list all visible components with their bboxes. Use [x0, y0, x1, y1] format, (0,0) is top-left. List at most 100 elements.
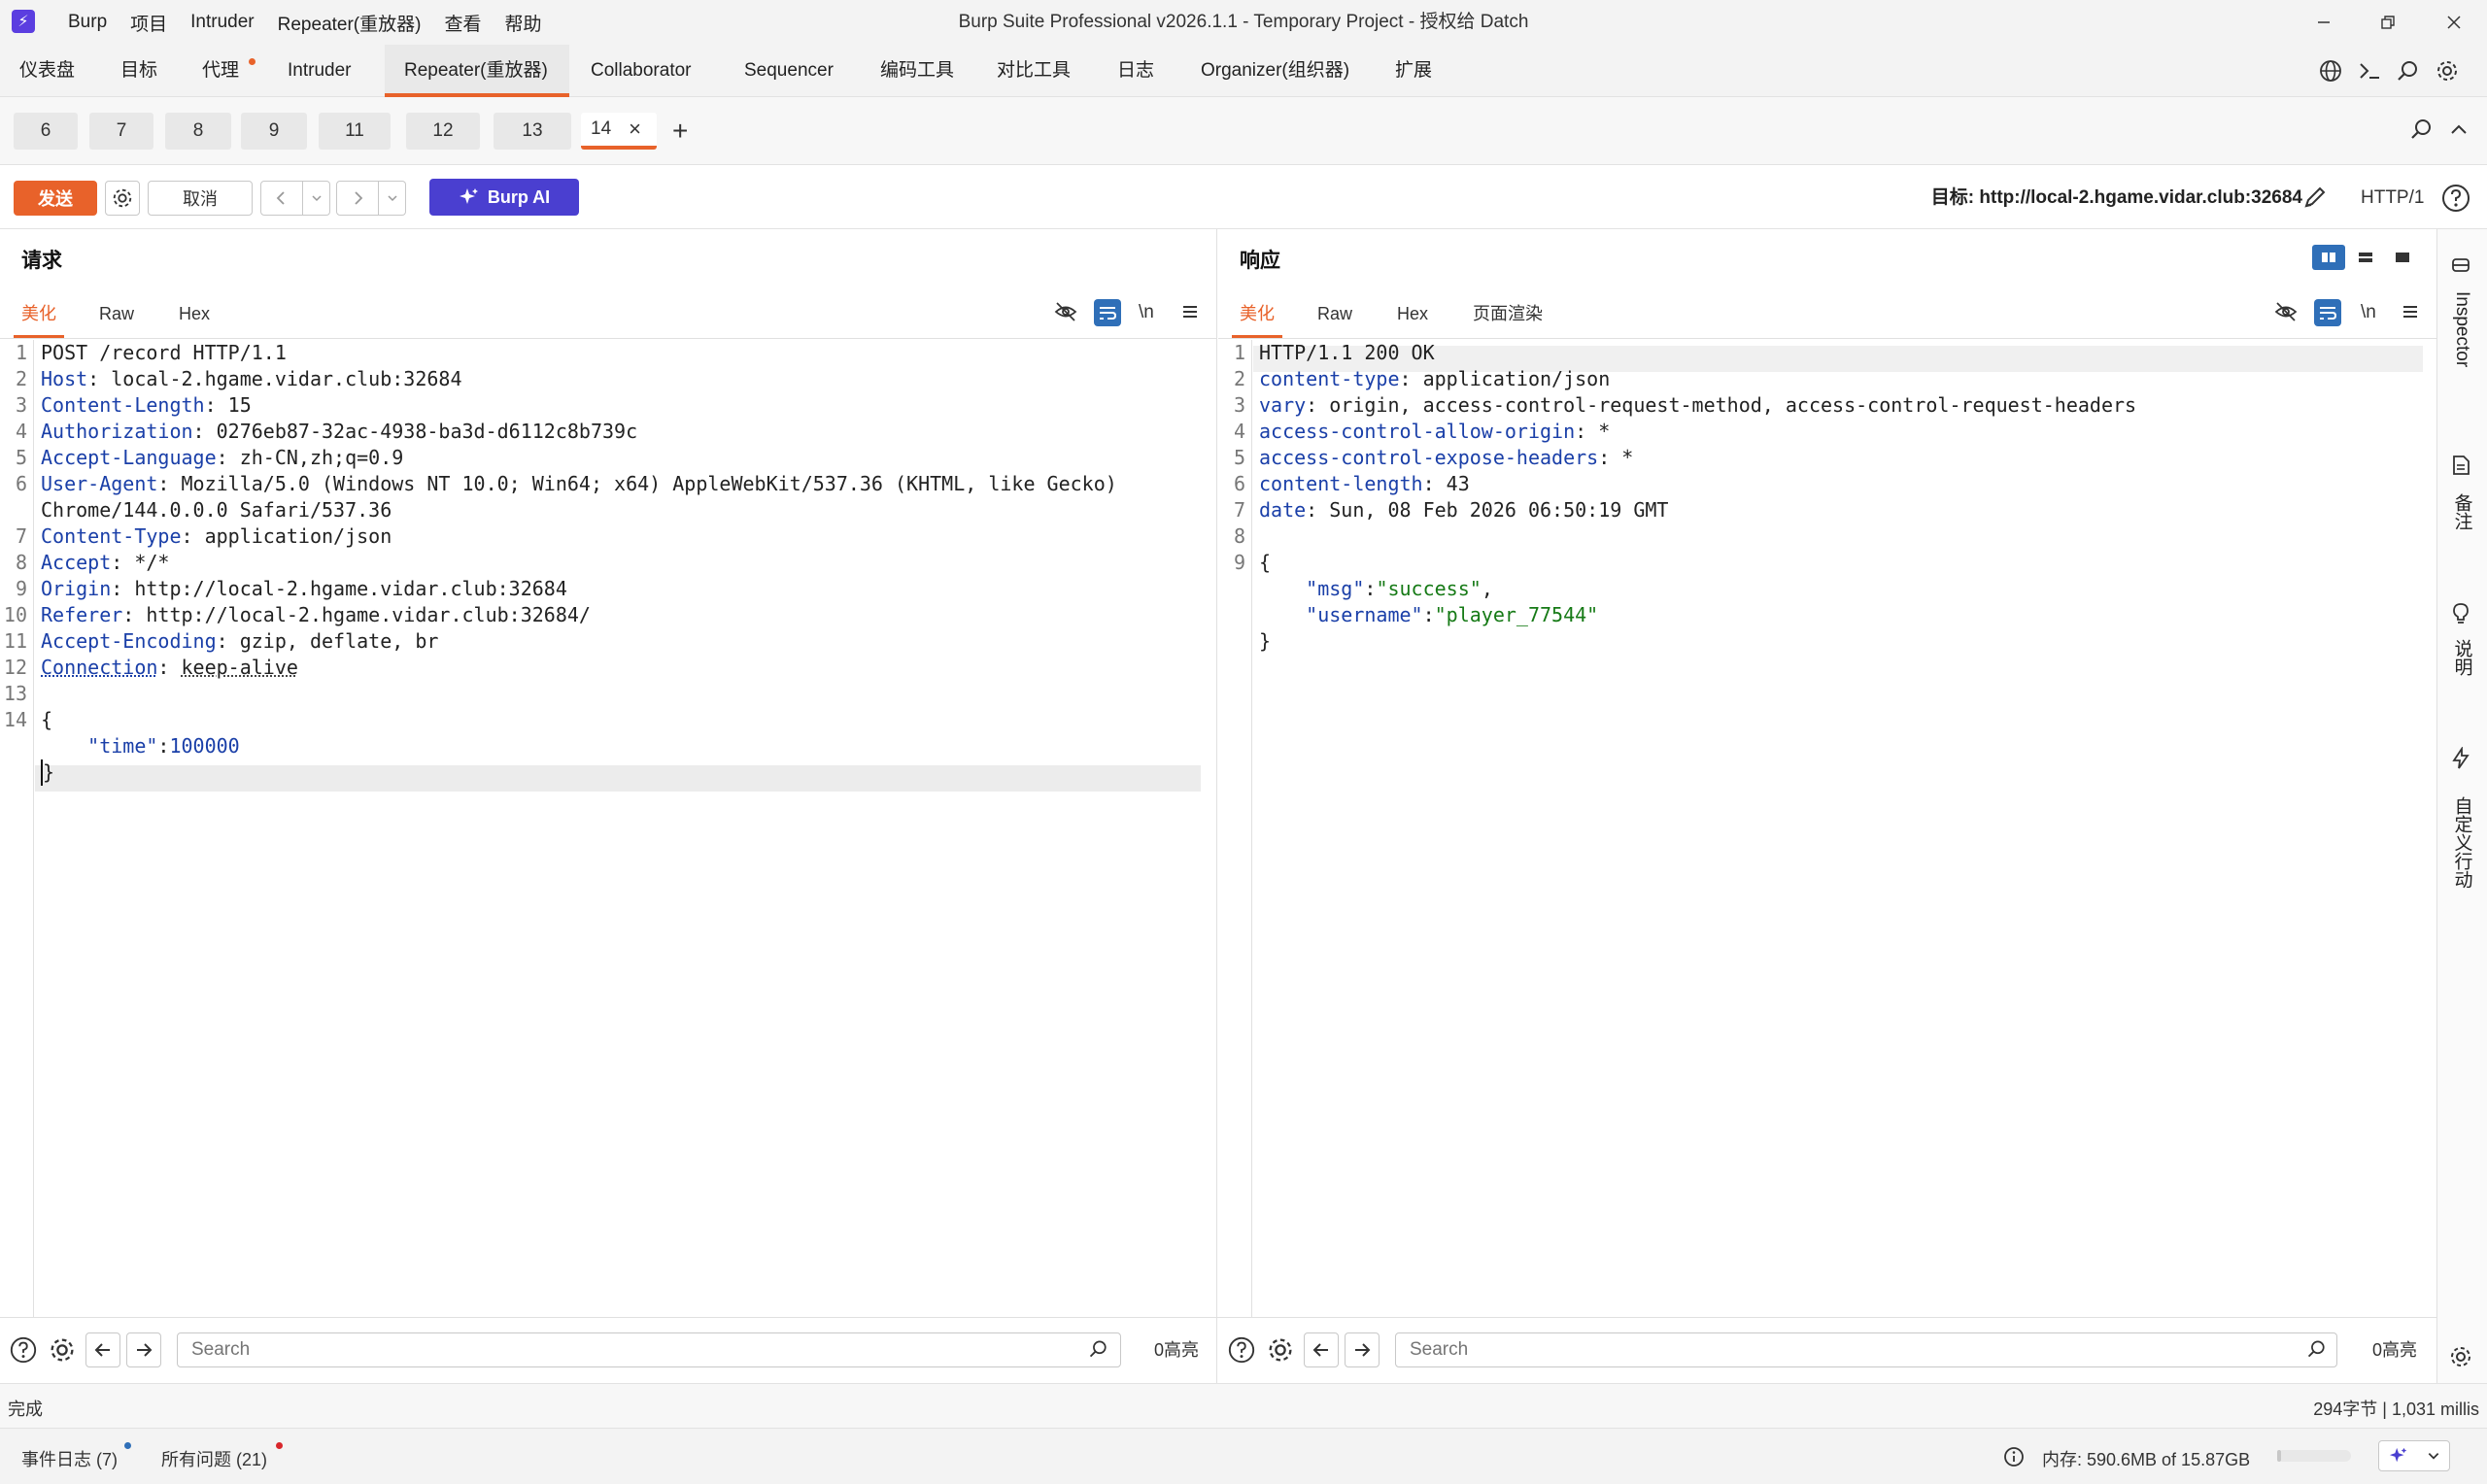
tab-intruder[interactable]: Intruder: [288, 45, 351, 97]
layout-tabs-icon[interactable]: [2386, 245, 2419, 270]
gear-icon[interactable]: [2433, 56, 2462, 85]
repeater-tab-active[interactable]: 14 ×: [581, 113, 657, 150]
response-search-settings-icon[interactable]: [1263, 1332, 1298, 1367]
wrap-lines-toggle[interactable]: [1094, 299, 1121, 326]
request-line-number: [0, 733, 27, 759]
hamburger-menu-icon[interactable]: [2398, 299, 2425, 326]
tab-decoder[interactable]: 编码工具: [880, 45, 954, 97]
repeater-tab[interactable]: 12: [406, 113, 480, 150]
repeater-tab[interactable]: 7: [89, 113, 153, 150]
tab-search-icon[interactable]: [2409, 117, 2438, 146]
response-search-input[interactable]: [1410, 1339, 2244, 1361]
hide-non-printable-icon[interactable]: [2273, 299, 2300, 326]
history-back-dropdown[interactable]: [303, 181, 330, 216]
globe-icon[interactable]: [2316, 56, 2345, 85]
request-help-icon[interactable]: [6, 1332, 41, 1367]
sidebar-item-inspector[interactable]: Inspector: [2440, 291, 2483, 367]
memory-bar: [2277, 1450, 2351, 1462]
json-trailing-comma: ,: [1481, 577, 1493, 600]
show-newlines-toggle[interactable]: \n: [2361, 299, 2376, 326]
event-log-button[interactable]: 事件日志 (7): [21, 1446, 118, 1471]
lightbulb-icon[interactable]: [2446, 598, 2475, 627]
request-tab-pretty[interactable]: 美化: [14, 293, 64, 338]
response-search-prev-button[interactable]: [1304, 1332, 1339, 1367]
request-settings-button[interactable]: [105, 181, 140, 216]
sidebar-item-custom-actions[interactable]: 自定义行动: [2440, 796, 2483, 889]
menu-project[interactable]: 项目: [119, 0, 179, 45]
layout-side-by-side-icon[interactable]: [2312, 245, 2345, 270]
close-tab-icon[interactable]: ×: [629, 117, 641, 142]
header-name: vary: [1259, 393, 1307, 417]
history-forward-dropdown[interactable]: [379, 181, 406, 216]
repeater-tab[interactable]: 9: [241, 113, 307, 150]
burp-ai-button[interactable]: Burp AI: [429, 179, 579, 216]
add-tab-button[interactable]: +: [672, 113, 688, 150]
request-search-input[interactable]: [191, 1339, 1028, 1361]
response-tab-hex[interactable]: Hex: [1397, 293, 1428, 338]
sidebar-item-notes[interactable]: 备注: [2440, 493, 2483, 530]
http-version-selector[interactable]: HTTP/1: [2361, 181, 2424, 216]
show-newlines-toggle[interactable]: \n: [1139, 299, 1154, 326]
cancel-button[interactable]: 取消: [148, 181, 253, 216]
repeater-tab[interactable]: 6: [14, 113, 78, 150]
response-tab-raw[interactable]: Raw: [1317, 293, 1352, 338]
tab-sequencer[interactable]: Sequencer: [744, 45, 834, 97]
menu-repeater[interactable]: Repeater(重放器): [266, 0, 433, 45]
menu-view[interactable]: 查看: [432, 0, 493, 45]
help-icon[interactable]: [2440, 183, 2471, 214]
panel-splitter[interactable]: [1216, 229, 1217, 1383]
request-tab-hex[interactable]: Hex: [179, 293, 210, 338]
tab-dashboard[interactable]: 仪表盘: [19, 45, 75, 97]
hamburger-menu-icon[interactable]: [1177, 299, 1205, 326]
sidebar-settings-icon[interactable]: [2446, 1342, 2475, 1371]
tab-collaborator[interactable]: Collaborator: [591, 45, 692, 97]
tab-target[interactable]: 目标: [120, 45, 157, 97]
edit-target-icon[interactable]: [2300, 183, 2332, 214]
tab-proxy[interactable]: 代理: [202, 45, 239, 97]
search-icon[interactable]: [2394, 56, 2423, 85]
request-search-settings-icon[interactable]: [45, 1332, 80, 1367]
menu-bar: Burp 项目 Intruder Repeater(重放器) 查看 帮助: [56, 0, 554, 45]
chevron-up-icon[interactable]: [2446, 117, 2475, 146]
response-help-icon[interactable]: [1224, 1332, 1259, 1367]
history-back-button[interactable]: [260, 181, 303, 216]
terminal-icon[interactable]: [2355, 56, 2384, 85]
sidebar-item-explanation[interactable]: 说明: [2440, 639, 2483, 676]
response-tab-render[interactable]: 页面渲染: [1473, 293, 1543, 338]
request-search-next-button[interactable]: [126, 1332, 161, 1367]
history-forward-button[interactable]: [336, 181, 379, 216]
notes-icon[interactable]: [2446, 451, 2475, 480]
tab-extensions[interactable]: 扩展: [1395, 45, 1432, 97]
repeater-tab[interactable]: 8: [165, 113, 231, 150]
inspector-icon[interactable]: [2446, 251, 2475, 280]
info-icon[interactable]: [2003, 1446, 2027, 1469]
lightning-icon[interactable]: [2446, 744, 2475, 773]
close-window-button[interactable]: [2425, 0, 2483, 45]
all-issues-button[interactable]: 所有问题 (21): [161, 1446, 267, 1471]
search-icon[interactable]: [1088, 1338, 1111, 1362]
tab-comparer[interactable]: 对比工具: [997, 45, 1071, 97]
restore-button[interactable]: [2359, 0, 2417, 45]
response-tab-pretty[interactable]: 美化: [1232, 293, 1282, 338]
target-url: 目标: http://local-2.hgame.vidar.club:3268…: [1930, 187, 2302, 208]
wrap-lines-toggle[interactable]: [2314, 299, 2341, 326]
hide-non-printable-icon[interactable]: [1053, 299, 1080, 326]
send-button[interactable]: 发送: [14, 181, 97, 216]
chevron-down-icon: [387, 195, 397, 202]
request-search-prev-button[interactable]: [85, 1332, 120, 1367]
menu-intruder[interactable]: Intruder: [179, 0, 265, 45]
repeater-tab[interactable]: 11: [319, 113, 391, 150]
menu-help[interactable]: 帮助: [493, 0, 553, 45]
repeater-tab[interactable]: 13: [494, 113, 571, 150]
response-search-next-button[interactable]: [1345, 1332, 1380, 1367]
request-tab-raw[interactable]: Raw: [99, 293, 134, 338]
layout-stacked-icon[interactable]: [2349, 245, 2382, 270]
menu-burp[interactable]: Burp: [56, 0, 119, 45]
tab-repeater[interactable]: Repeater(重放器): [385, 45, 569, 97]
tab-organizer[interactable]: Organizer(组织器): [1201, 45, 1349, 97]
chevron-down-icon: [2428, 1453, 2438, 1460]
tab-logger[interactable]: 日志: [1117, 45, 1154, 97]
minimize-button[interactable]: [2295, 0, 2353, 45]
ai-credits-dropdown[interactable]: [2378, 1440, 2450, 1471]
search-icon[interactable]: [2306, 1338, 2330, 1362]
